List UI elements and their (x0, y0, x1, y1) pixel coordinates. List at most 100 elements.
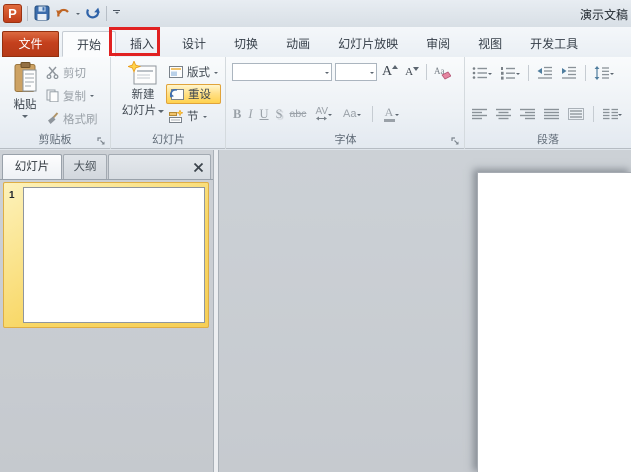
slide-thumbnail-selected[interactable]: 1 (3, 182, 209, 328)
ribbon-tab-bar: 文件 开始 插入 设计 切换 动画 幻灯片放映 审阅 视图 开发工具 (0, 27, 631, 57)
ribbon: 粘贴 剪切 复制 格式刷 剪贴板 新建 幻灯片 版式 重设 节 幻灯片 A A … (0, 57, 631, 149)
group-slides: 新建 幻灯片 版式 重设 节 幻灯片 (112, 57, 226, 149)
panel-tab-outline[interactable]: 大纲 (63, 154, 107, 179)
italic-button[interactable]: I (248, 107, 252, 122)
reset-button[interactable]: 重设 (166, 84, 221, 104)
layout-button[interactable]: 版式 (166, 62, 221, 82)
tab-animations[interactable]: 动画 (272, 31, 324, 57)
change-case-button[interactable]: Aa (341, 105, 362, 123)
layout-dropdown-icon[interactable] (214, 71, 218, 76)
copy-button[interactable]: 复制 (46, 86, 98, 105)
align-center-button[interactable] (494, 105, 513, 123)
paste-label: 粘贴 (13, 99, 37, 111)
font-name-combobox[interactable] (232, 63, 332, 81)
new-slide-icon (128, 61, 158, 86)
layout-icon (169, 66, 183, 78)
undo-dropdown-icon[interactable] (75, 3, 81, 23)
font-color-dropdown-icon[interactable] (394, 113, 399, 118)
section-label: 节 (187, 111, 199, 123)
paste-button[interactable]: 粘贴 (8, 62, 42, 138)
quick-access-toolbar: P (3, 2, 121, 24)
tab-slideshow[interactable]: 幻灯片放映 (324, 31, 412, 57)
change-case-label: Aa (343, 108, 357, 120)
new-slide-label-line1: 新建 (131, 89, 155, 101)
divider (27, 5, 28, 21)
font-name-dropdown-icon[interactable] (325, 71, 329, 76)
change-case-dropdown-icon[interactable] (356, 113, 361, 118)
customize-quick-access-icon[interactable] (112, 3, 121, 23)
decrease-indent-button[interactable] (535, 64, 555, 82)
align-left-button[interactable] (470, 105, 489, 123)
align-right-button[interactable] (518, 105, 537, 123)
cut-button[interactable]: 剪切 (46, 63, 98, 82)
workspace: 幻灯片 大纲 1 (0, 150, 631, 472)
undo-icon[interactable] (54, 3, 72, 23)
paste-dropdown-icon[interactable] (22, 115, 28, 121)
tab-design[interactable]: 设计 (168, 31, 220, 57)
tab-developer[interactable]: 开发工具 (516, 31, 592, 57)
slide-thumbnail-preview[interactable] (23, 187, 205, 323)
font-size-combobox[interactable] (335, 63, 377, 81)
bullets-button[interactable] (470, 64, 494, 82)
group-font: A A Aa B I U S abc AV Aa A 字体 (227, 57, 465, 149)
panel-tab-slides[interactable]: 幻灯片 (2, 154, 62, 179)
group-clipboard: 粘贴 剪切 复制 格式刷 剪贴板 (0, 57, 111, 149)
numbering-button[interactable] (498, 64, 522, 82)
font-dialog-launcher-icon[interactable] (451, 137, 460, 146)
divider (585, 65, 586, 81)
clipboard-dialog-launcher-icon[interactable] (97, 137, 106, 146)
character-spacing-dropdown-icon[interactable] (328, 113, 333, 118)
clear-formatting-button[interactable]: Aa (432, 63, 453, 81)
bullets-dropdown-icon[interactable] (488, 72, 492, 77)
brush-icon (46, 112, 59, 125)
format-painter-button[interactable]: 格式刷 (46, 109, 98, 128)
tab-transitions[interactable]: 切换 (220, 31, 272, 57)
numbering-dropdown-icon[interactable] (516, 72, 520, 77)
font-size-dropdown-icon[interactable] (370, 71, 374, 76)
line-spacing-dropdown-icon[interactable] (610, 72, 614, 77)
columns-dropdown-icon[interactable] (618, 113, 622, 118)
grow-font-button[interactable]: A (380, 63, 400, 81)
format-painter-label: 格式刷 (63, 113, 98, 126)
divider (426, 64, 428, 80)
shrink-font-label: A (405, 66, 414, 78)
justify-button[interactable] (542, 105, 561, 123)
slide-canvas[interactable] (477, 172, 631, 472)
copy-dropdown-icon[interactable] (90, 95, 94, 99)
character-spacing-button[interactable]: AV (313, 105, 334, 123)
tab-insert[interactable]: 插入 (116, 31, 168, 57)
reset-icon (170, 88, 184, 100)
strikethrough-button[interactable]: abc (290, 108, 307, 120)
slide-editing-area (219, 150, 631, 472)
slides-outline-panel: 幻灯片 大纲 1 (0, 150, 213, 472)
shrink-font-button[interactable]: A (403, 63, 421, 81)
tab-review[interactable]: 审阅 (412, 31, 464, 57)
powerpoint-window: P 演示文稿 文件 开始 插入 设计 切换 动画 幻灯片放映 审阅 视图 开发工… (0, 0, 631, 472)
divider (593, 106, 594, 122)
powerpoint-logo[interactable]: P (3, 3, 22, 23)
section-dropdown-icon[interactable] (202, 115, 207, 120)
new-slide-dropdown-icon[interactable] (158, 109, 165, 116)
columns-button[interactable] (601, 105, 624, 123)
text-shadow-button[interactable]: S (276, 107, 283, 122)
line-spacing-button[interactable] (592, 64, 616, 82)
save-icon[interactable] (33, 3, 51, 23)
underline-button[interactable]: U (260, 107, 269, 122)
font-color-swatch (383, 118, 395, 122)
reset-label: 重设 (188, 89, 211, 101)
increase-indent-button[interactable] (559, 64, 579, 82)
font-color-button[interactable]: A (382, 105, 401, 123)
tab-view[interactable]: 视图 (464, 31, 516, 57)
bold-button[interactable]: B (233, 107, 241, 122)
tab-home[interactable]: 开始 (62, 31, 117, 57)
section-button[interactable]: 节 (166, 106, 221, 126)
new-slide-button[interactable]: 新建 幻灯片 (118, 61, 168, 139)
tab-file[interactable]: 文件 (2, 31, 59, 57)
distribute-text-button[interactable] (566, 105, 586, 123)
close-panel-icon[interactable] (193, 162, 204, 173)
divider (528, 65, 529, 81)
redo-icon[interactable] (84, 3, 101, 23)
slide-number: 1 (9, 190, 15, 201)
section-icon (169, 109, 183, 123)
character-spacing-label: AV (315, 106, 329, 117)
